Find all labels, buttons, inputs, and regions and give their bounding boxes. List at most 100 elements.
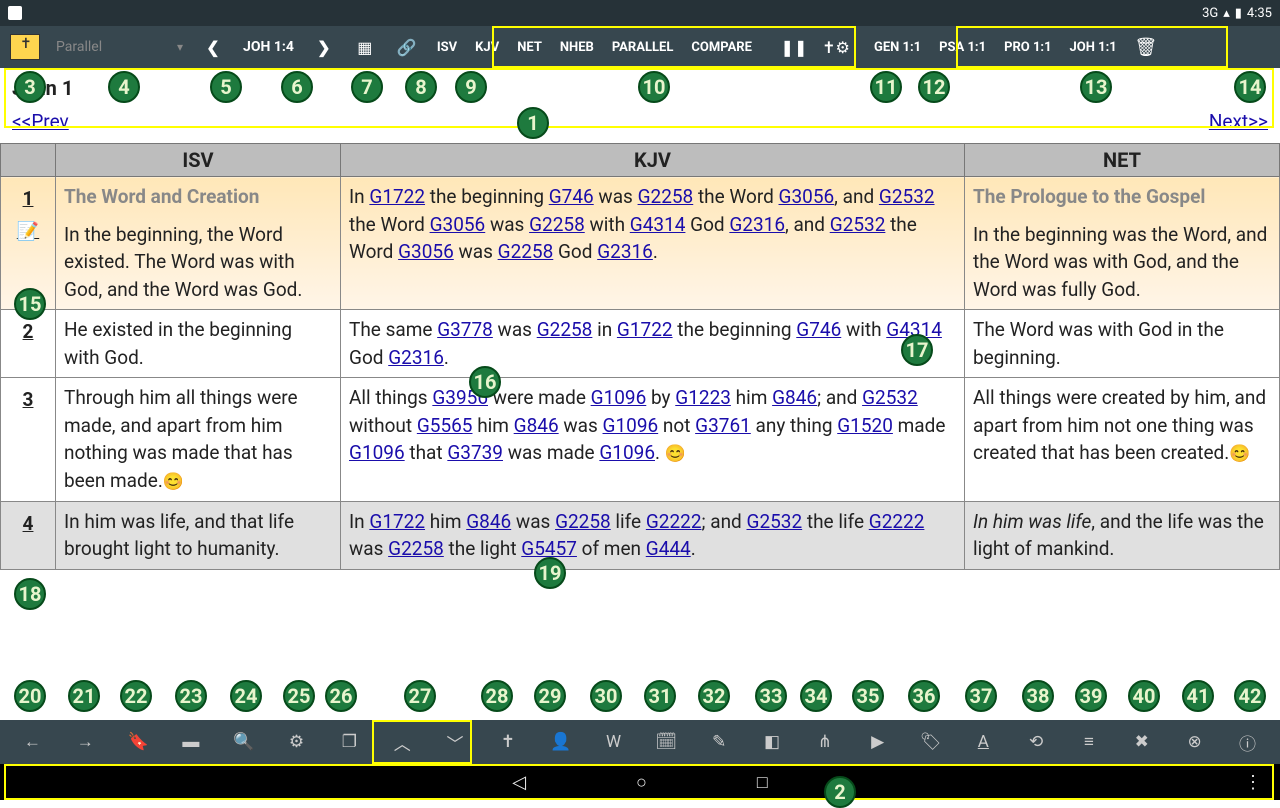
strong-g2316[interactable]: G2316 — [388, 346, 444, 369]
down-icon[interactable]: ﹀ — [429, 730, 482, 755]
strong-g846[interactable]: G846 — [514, 414, 559, 437]
sync-icon[interactable]: ⟲ — [1010, 732, 1063, 752]
strong-g846[interactable]: G846 — [772, 386, 817, 409]
font-icon[interactable]: A — [957, 732, 1010, 752]
info-icon[interactable]: ⓘ — [1221, 730, 1274, 755]
forward-icon[interactable]: → — [59, 732, 112, 752]
strong-g2258[interactable]: G2258 — [555, 510, 611, 533]
strong-g1096[interactable]: G1096 — [599, 441, 655, 464]
verse-num-1[interactable]: 1 — [23, 187, 34, 210]
verse-num-2[interactable]: 2 — [23, 320, 34, 343]
strong-g746[interactable]: G746 — [796, 318, 841, 341]
strong-g2258[interactable]: G2258 — [537, 318, 593, 341]
version-nheb[interactable]: NHEB — [551, 40, 603, 55]
nav-back-icon[interactable]: ◁ — [512, 772, 526, 793]
bookmark-psa[interactable]: PSA 1:1 — [930, 40, 995, 55]
share-icon[interactable]: ⋔ — [798, 732, 851, 752]
strong-g2258[interactable]: G2258 — [638, 185, 694, 208]
cross-settings-icon[interactable]: ✝⚙ — [815, 38, 857, 57]
person-icon[interactable]: 👤 — [534, 732, 587, 752]
version-kjv[interactable]: KJV — [466, 40, 508, 55]
strong-g4314[interactable]: G4314 — [886, 318, 942, 341]
strong-g3761[interactable]: G3761 — [695, 414, 751, 437]
mode-spinner[interactable]: Parallel ▾ — [48, 39, 193, 55]
note-icon[interactable]: 📝 — [9, 219, 47, 245]
strong-g5565[interactable]: G5565 — [417, 414, 473, 437]
strong-g2532[interactable]: G2532 — [879, 185, 935, 208]
bookmark-pro[interactable]: PRO 1:1 — [995, 40, 1060, 55]
next-link[interactable]: Next>> — [1209, 110, 1268, 133]
strong-g2258[interactable]: G2258 — [498, 240, 554, 263]
strong-g2532[interactable]: G2532 — [747, 510, 803, 533]
close-icon[interactable]: ⊗ — [1168, 732, 1221, 752]
strong-g3778[interactable]: G3778 — [437, 318, 493, 341]
calendar-icon[interactable]: 🗓 — [640, 732, 693, 752]
bookmark-gen[interactable]: GEN 1:1 — [865, 40, 930, 55]
next-chapter-button[interactable]: ❯ — [304, 38, 344, 57]
version-compare[interactable]: COMPARE — [682, 40, 761, 55]
back-icon[interactable]: ← — [6, 732, 59, 752]
strong-g2222[interactable]: G2222 — [646, 510, 702, 533]
prev-link[interactable]: <<Prev — [12, 110, 69, 133]
version-parallel[interactable]: PARALLEL — [603, 40, 683, 55]
verse-num-4[interactable]: 4 — [23, 512, 34, 535]
verse-row-2[interactable]: 2 He existed in the beginning with God. … — [1, 310, 1280, 378]
strong-g846[interactable]: G846 — [466, 510, 511, 533]
verse-row-3[interactable]: 3 Through him all things were made, and … — [1, 378, 1280, 501]
strong-g1096[interactable]: G1096 — [603, 414, 659, 437]
bible-icon[interactable]: ✝ — [481, 732, 534, 752]
verse-row-4[interactable]: 4 In him was life, and that life brought… — [1, 501, 1280, 569]
strong-g3956[interactable]: G3956 — [432, 386, 488, 409]
strong-g2258[interactable]: G2258 — [529, 213, 585, 236]
verse-row-1[interactable]: 1📝 The Word and CreationIn the beginning… — [1, 177, 1280, 310]
strong-g2532[interactable]: G2532 — [862, 386, 918, 409]
app-icon[interactable] — [10, 34, 40, 60]
version-net[interactable]: NET — [508, 40, 551, 55]
strong-g2222[interactable]: G2222 — [869, 510, 925, 533]
strong-g1722[interactable]: G1722 — [617, 318, 673, 341]
up-icon[interactable]: ︿ — [376, 730, 429, 755]
edit-icon[interactable]: ✎ — [693, 732, 746, 752]
bookmark-icon[interactable]: 🔖 — [112, 732, 165, 752]
strong-g1223[interactable]: G1223 — [675, 386, 731, 409]
strong-g2316[interactable]: G2316 — [729, 213, 785, 236]
verse-num-3[interactable]: 3 — [23, 388, 34, 411]
nav-home-icon[interactable]: ○ — [636, 772, 647, 793]
qr-icon[interactable]: ▦ — [344, 38, 386, 57]
strong-g3056[interactable]: G3056 — [430, 213, 486, 236]
strong-g1096[interactable]: G1096 — [349, 441, 405, 464]
strong-g3739[interactable]: G3739 — [447, 441, 503, 464]
strong-g2532[interactable]: G2532 — [830, 213, 886, 236]
reference-button[interactable]: JOH 1:4 — [233, 39, 304, 55]
columns-icon[interactable]: ❚❚ — [773, 38, 815, 57]
tag-icon[interactable]: 🏷 — [904, 732, 957, 752]
strong-g3056[interactable]: G3056 — [779, 185, 835, 208]
search-icon[interactable]: 🔍 — [217, 732, 270, 752]
prev-chapter-button[interactable]: ❮ — [193, 38, 233, 57]
split-icon[interactable]: ≡ — [1063, 732, 1116, 752]
highlight-icon[interactable]: ▬ — [164, 732, 217, 752]
trash-icon[interactable]: 🗑 — [1126, 37, 1166, 58]
link-icon[interactable]: 🔗 — [386, 38, 428, 57]
strong-g1722[interactable]: G1722 — [369, 185, 425, 208]
strong-g1520[interactable]: G1520 — [837, 414, 893, 437]
strong-g4314[interactable]: G4314 — [630, 213, 686, 236]
strong-g1722[interactable]: G1722 — [369, 510, 425, 533]
strong-g5457[interactable]: G5457 — [521, 537, 577, 560]
version-isv[interactable]: ISV — [428, 40, 466, 55]
copy-icon[interactable]: ❐ — [323, 732, 376, 752]
strong-g1096[interactable]: G1096 — [591, 386, 647, 409]
gear-icon[interactable]: ⚙ — [270, 732, 323, 752]
strong-g3056[interactable]: G3056 — [398, 240, 454, 263]
strong-g444[interactable]: G444 — [646, 537, 691, 560]
play-icon[interactable]: ▶ — [851, 732, 904, 752]
nav-menu-icon[interactable]: ⋮ — [1244, 772, 1262, 793]
tools-icon[interactable]: ✖ — [1115, 732, 1168, 752]
bookmark-joh[interactable]: JOH 1:1 — [1061, 40, 1126, 55]
word-icon[interactable]: W — [587, 732, 640, 752]
strong-g746[interactable]: G746 — [549, 185, 594, 208]
strong-g2316[interactable]: G2316 — [597, 240, 653, 263]
nav-recent-icon[interactable]: □ — [757, 772, 768, 793]
strong-g2258[interactable]: G2258 — [388, 537, 444, 560]
tag-bookmark-icon[interactable]: ◧ — [746, 732, 799, 752]
